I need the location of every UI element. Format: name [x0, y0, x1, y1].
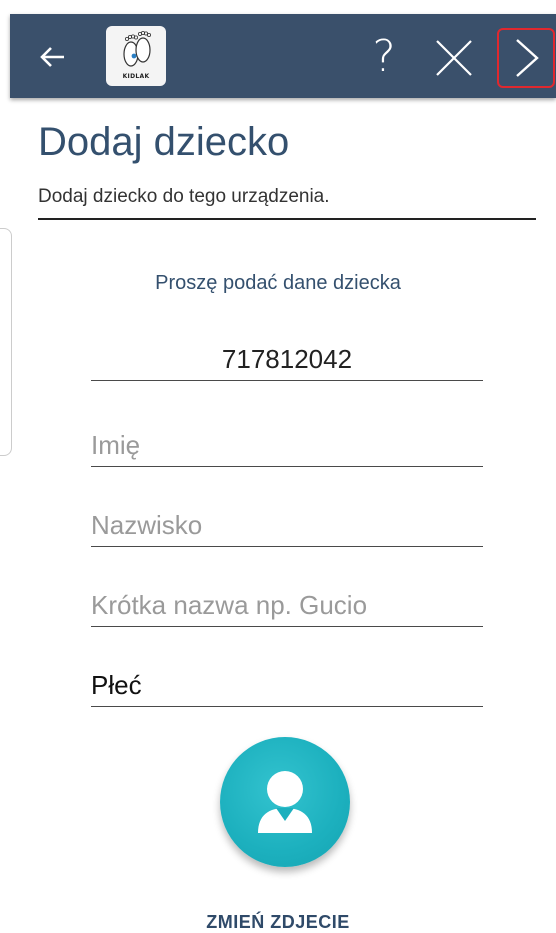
logo-text: KIDLAK — [122, 73, 150, 80]
footprints-icon — [123, 31, 152, 67]
next-button[interactable] — [497, 28, 555, 88]
arrow-left-icon — [40, 47, 64, 67]
title-divider — [38, 218, 536, 220]
photo-button[interactable] — [220, 737, 350, 867]
page-subtitle: Dodaj dziecko do tego urządzenia. — [38, 186, 330, 207]
kidlak-logo: KIDLAK — [106, 26, 166, 86]
close-button[interactable] — [434, 38, 474, 78]
person-avatar-icon — [258, 771, 312, 833]
phone-input[interactable] — [91, 340, 483, 378]
help-button[interactable]: ? — [366, 32, 402, 82]
chevron-right-icon — [516, 39, 539, 77]
first-name-field — [91, 426, 483, 467]
form-prompt: Proszę podać dane dziecka — [155, 272, 401, 294]
nickname-input[interactable] — [91, 586, 483, 624]
change-photo-button[interactable]: ZMIEŃ ZDJECIE — [0, 912, 556, 933]
last-name-field — [91, 506, 483, 547]
app-toolbar: KIDLAK ? — [10, 14, 556, 98]
side-panel-edge — [0, 228, 12, 456]
gender-label: Płeć — [91, 670, 142, 700]
close-icon — [436, 40, 472, 76]
back-button[interactable] — [36, 42, 70, 72]
gender-select[interactable]: Płeć — [91, 666, 483, 707]
nickname-field — [91, 586, 483, 627]
page-title: Dodaj dziecko — [38, 120, 290, 164]
last-name-input[interactable] — [91, 506, 483, 544]
first-name-input[interactable] — [91, 426, 483, 464]
phone-field — [91, 340, 483, 381]
